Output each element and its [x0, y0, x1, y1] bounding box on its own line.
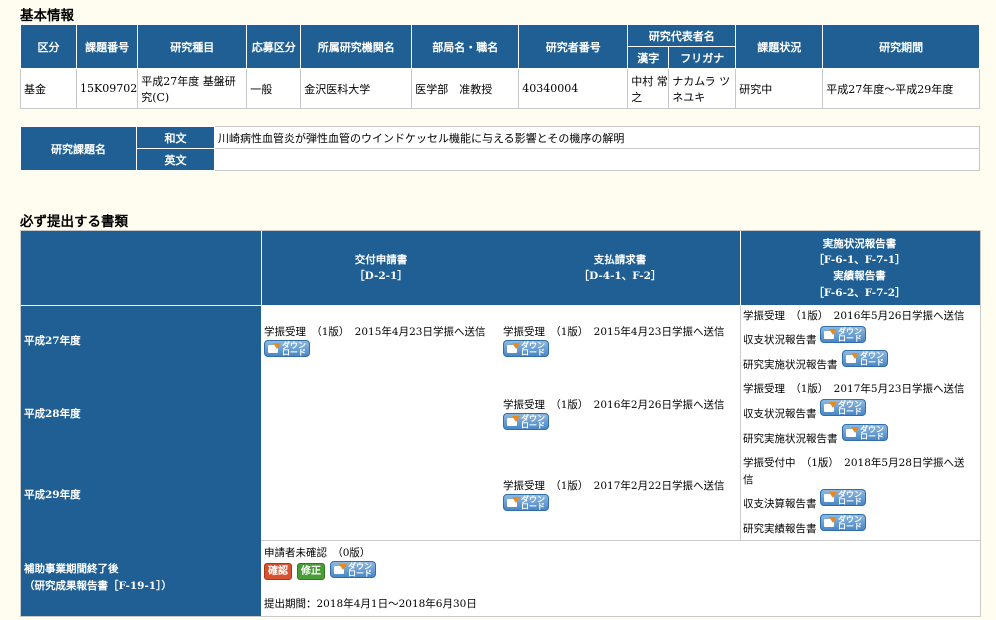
h28-col2-download-button[interactable]: ダウン ロード: [503, 413, 549, 430]
col1-code: ［D-2-1］: [354, 270, 408, 282]
download-label-2: ロード: [860, 431, 884, 441]
h29-col3-doc1: 収支決算報告書: [743, 498, 817, 510]
row-label-h27: 平成27年度: [24, 335, 81, 347]
cell-furigana: ナカムラ ツネユキ: [668, 68, 737, 109]
header-period: 研究期間: [822, 24, 980, 69]
h27-col1-download-button[interactable]: ダウン ロード: [264, 340, 310, 357]
download-icon: [824, 401, 837, 413]
download-icon: [507, 496, 520, 508]
cell-kanji: 中村 常之: [627, 68, 670, 109]
basic-info-table: 区分 課題番号 研究種目 応募区分 所属研究機関名 部局名・職名 研究者番号 研…: [20, 24, 980, 109]
eibun-label: 英文: [136, 148, 215, 171]
cell-kadai-bango: 15K09702: [75, 68, 139, 109]
header-bukyoku: 部局名・職名: [411, 24, 520, 69]
h27-col3-status: 学振受理 （1版） 2016年5月26日学振へ送信: [743, 310, 965, 322]
cell-status: 研究中: [735, 68, 824, 109]
download-icon: [824, 328, 837, 340]
download-icon: [824, 491, 837, 503]
eibun-value: [214, 148, 980, 171]
h28-col3-doc2: 研究実施状況報告書: [743, 433, 838, 445]
h28-col3-doc1: 収支状況報告書: [743, 408, 817, 420]
col3-code1: ［F-6-1、F-7-1］: [813, 254, 906, 266]
header-oubo-kubun: 応募区分: [246, 24, 302, 69]
download-label-2: ロード: [282, 347, 306, 357]
h29-col3-doc2-download-button[interactable]: ダウン ロード: [820, 514, 866, 531]
cell-kenkyusha-bango: 40340004: [518, 68, 629, 109]
col3-title2: 実績報告書: [833, 270, 886, 282]
final-status: 申請者未確認 （0版）: [264, 547, 371, 559]
header-kenkyu-shumoku: 研究種目: [137, 24, 248, 69]
download-icon: [824, 516, 837, 528]
download-icon: [507, 342, 520, 354]
header-daihyosha: 研究代表者名: [627, 24, 737, 47]
col2-code: ［D-4-1、F-2］: [578, 270, 662, 282]
h29-col3-doc2: 研究実績報告書: [743, 523, 817, 535]
wabun-value: 川崎病性血管炎が弾性血管のウインドケッセル機能に与える影響とその機序の解明: [214, 126, 980, 149]
wabun-label: 和文: [136, 126, 215, 149]
download-icon: [507, 415, 520, 427]
h29-col3-status-wrap: 信: [743, 474, 754, 486]
row-label-final-1: 補助事業期間終了後: [24, 563, 119, 575]
header-kubun: 区分: [20, 24, 77, 69]
h29-col3-status: 学振受付中 （1版） 2018年5月28日学振へ送: [743, 457, 965, 469]
download-icon: [846, 352, 859, 364]
h29-col3-doc1-download-button[interactable]: ダウン ロード: [820, 489, 866, 506]
cell-oubo-kubun: 一般: [246, 68, 302, 109]
h27-col3-doc2-download-button[interactable]: ダウン ロード: [842, 350, 888, 367]
h28-col3-doc1-download-button[interactable]: ダウン ロード: [820, 399, 866, 416]
h27-col2-download-button[interactable]: ダウン ロード: [503, 340, 549, 357]
h27-col1-status: 学振受理 （1版） 2015年4月23日学振へ送信: [264, 326, 486, 338]
cell-bukyoku: 医学部 准教授: [411, 68, 520, 109]
h28-col3-status: 学振受理 （1版） 2017年5月23日学振へ送信: [743, 383, 965, 395]
cell-period: 平成27年度～平成29年度: [822, 68, 980, 109]
header-kikan: 所属研究機関名: [300, 24, 413, 69]
section-title-docs: 必ず提出する書類: [20, 214, 128, 230]
cell-kenkyu-shumoku: 平成27年度 基盤研究(C): [137, 68, 248, 109]
row-label-h28: 平成28年度: [24, 408, 81, 420]
h28-col2-status: 学振受理 （1版） 2016年2月26日学振へ送信: [503, 399, 725, 411]
h28-col3-doc2-download-button[interactable]: ダウン ロード: [842, 424, 888, 441]
download-label-2: ロード: [838, 521, 862, 531]
header-kenkyusha-bango: 研究者番号: [518, 24, 629, 69]
col1-title: 交付申請書: [354, 254, 408, 266]
edit-button[interactable]: 修正: [297, 563, 325, 580]
research-title-table: 研究課題名 和文 川崎病性血管炎が弾性血管のウインドケッセル機能に与える影響とそ…: [20, 126, 980, 171]
download-label-2: ロード: [860, 357, 884, 367]
download-label-2: ロード: [838, 333, 862, 343]
row-label-final-2: （研究成果報告書［F-19-1］）: [24, 580, 172, 592]
header-kadai-bango: 課題番号: [75, 24, 139, 69]
h27-col2-status: 学振受理 （1版） 2015年4月23日学振へ送信: [503, 326, 725, 338]
h27-col3-doc2: 研究実施状況報告書: [743, 359, 838, 371]
research-title-label: 研究課題名: [20, 126, 137, 171]
download-label-2: ロード: [521, 501, 545, 511]
download-label-2: ロード: [838, 496, 862, 506]
download-label-2: ロード: [521, 347, 545, 357]
download-label-2: ロード: [348, 568, 372, 578]
col3-title1: 実施状況報告書: [822, 238, 897, 250]
download-icon: [268, 342, 281, 354]
final-submission-period: 提出期間：2018年4月1日～2018年6月30日: [264, 598, 477, 610]
header-furigana: フリガナ: [668, 46, 737, 69]
cell-kikan: 金沢医科大学: [300, 68, 413, 109]
download-icon: [846, 426, 859, 438]
download-label-2: ロード: [521, 420, 545, 430]
cell-kubun: 基金: [20, 68, 77, 109]
col2-title: 支払請求書: [593, 254, 647, 266]
header-kanji: 漢字: [627, 46, 670, 69]
row-label-h29: 平成29年度: [24, 489, 81, 501]
h27-col3-doc1-download-button[interactable]: ダウン ロード: [820, 326, 866, 343]
confirm-button[interactable]: 確認: [264, 563, 292, 580]
h29-col2-status: 学振受理 （1版） 2017年2月22日学振へ送信: [503, 480, 725, 492]
final-download-button[interactable]: ダウン ロード: [330, 561, 376, 578]
col3-code2: ［F-6-2、F-7-2］: [813, 287, 906, 299]
h29-col2-download-button[interactable]: ダウン ロード: [503, 494, 549, 511]
download-label-2: ロード: [838, 406, 862, 416]
header-status: 課題状況: [735, 24, 824, 69]
section-title-basic-info: 基本情報: [20, 8, 74, 24]
download-icon: [334, 563, 347, 575]
h27-col3-doc1: 収支状況報告書: [743, 334, 817, 346]
